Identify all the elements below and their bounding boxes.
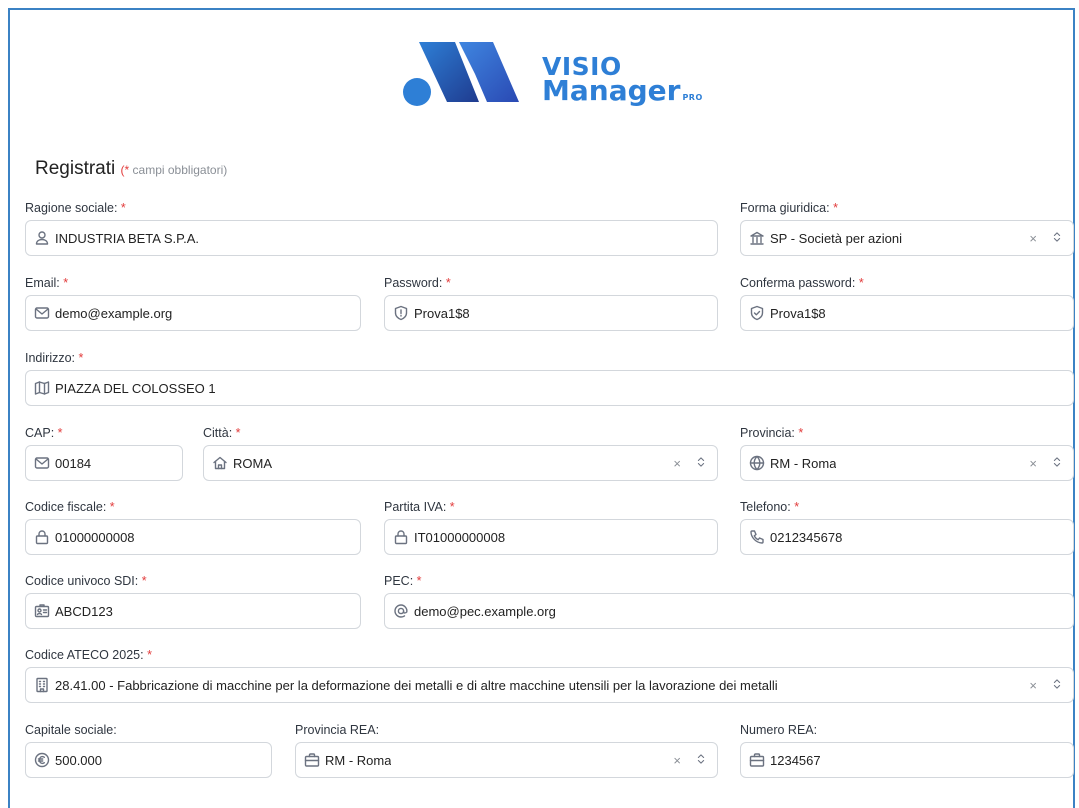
ragione-sociale-value: INDUSTRIA BETA S.P.A. (55, 230, 200, 246)
password-value: Prova1$8 (414, 305, 470, 321)
briefcase-icon (304, 752, 320, 768)
clear-icon[interactable]: × (1029, 678, 1037, 693)
indirizzo-input[interactable]: PIAZZA DEL COLOSSEO 1 (25, 370, 1074, 406)
codice-fiscale-input[interactable]: 01000000008 (25, 519, 361, 555)
mail-icon (34, 305, 50, 321)
required-note: (* campi obbligatori) (121, 163, 228, 177)
logo-wordmark: VISIO Manager PRO (542, 54, 703, 105)
partita-iva-input[interactable]: IT01000000008 (384, 519, 718, 555)
label-codice-sdi: Codice univoco SDI: * (25, 574, 147, 588)
required-note-text: campi obbligatori) (129, 163, 228, 177)
label-partita-iva: Partita IVA: * (384, 500, 455, 514)
label-forma-giuridica: Forma giuridica: * (740, 201, 838, 215)
label-ateco: Codice ATECO 2025: * (25, 648, 152, 662)
bank-icon (749, 230, 765, 246)
clear-icon[interactable]: × (673, 753, 681, 768)
telefono-value: 0212345678 (770, 529, 843, 545)
conferma-password-field[interactable]: Prova1$8 (740, 295, 1079, 332)
provincia-rea-value: RM - Roma (325, 752, 392, 768)
label-citta: Città: * (203, 426, 241, 440)
email-value: demo@example.org (55, 305, 173, 321)
capitale-sociale-input[interactable]: 500.000 (25, 742, 272, 778)
clear-icon[interactable]: × (1029, 456, 1037, 471)
codice-sdi-value: ABCD123 (55, 603, 113, 619)
brand-logo: VISIO Manager PRO (397, 34, 737, 114)
page-title: Registrati (* campi obbligatori) (35, 158, 227, 180)
label-capitale-sociale: Capitale sociale: (25, 723, 117, 737)
logo-line2: Manager (542, 74, 681, 107)
numero-rea-value: 1234567 (770, 752, 821, 768)
label-ragione-sociale: Ragione sociale: * (25, 201, 126, 215)
shield-alert-icon (393, 305, 409, 321)
pec-value: demo@pec.example.org (414, 603, 556, 619)
ragione-sociale-input[interactable]: INDUSTRIA BETA S.P.A. (25, 220, 718, 256)
label-indirizzo: Indirizzo: * (25, 351, 84, 365)
briefcase-icon (749, 752, 765, 768)
shield-check-icon (749, 305, 765, 321)
lock-icon (393, 529, 409, 545)
app-frame: VISIO Manager PRO Registrati (* campi obb… (8, 8, 1079, 808)
provincia-select[interactable]: RM - Roma × (740, 445, 1074, 481)
label-pec: PEC: * (384, 574, 422, 588)
lock-icon (34, 529, 50, 545)
codice-fiscale-value: 01000000008 (55, 529, 135, 545)
user-icon (34, 230, 50, 246)
mail-icon (34, 455, 50, 471)
provincia-rea-select[interactable]: RM - Roma × (295, 742, 718, 778)
citta-select[interactable]: ROMA × (203, 445, 718, 481)
cap-value: 00184 (55, 455, 92, 471)
forma-giuridica-select[interactable]: SP - Società per azioni × (740, 220, 1074, 256)
password-field[interactable]: Prova1$8 (384, 295, 723, 332)
logo-mark-icon (403, 42, 519, 106)
map-icon (34, 380, 50, 396)
phone-icon (749, 529, 765, 545)
chevron-updown-icon[interactable] (1051, 455, 1063, 472)
forma-giuridica-value: SP - Società per azioni (770, 230, 902, 246)
chevron-updown-icon[interactable] (1051, 677, 1063, 694)
globe-icon (749, 455, 765, 471)
email-field[interactable]: demo@example.org (25, 295, 361, 331)
label-password: Password: * (384, 276, 451, 290)
home-icon (212, 455, 228, 471)
id-card-icon (34, 603, 50, 619)
chevron-updown-icon[interactable] (1051, 230, 1063, 247)
provincia-value: RM - Roma (770, 455, 837, 471)
codice-sdi-input[interactable]: ABCD123 (25, 593, 361, 629)
label-telefono: Telefono: * (740, 500, 800, 514)
building-icon (34, 677, 50, 693)
chevron-updown-icon[interactable] (695, 455, 707, 472)
numero-rea-input[interactable]: 1234567 (740, 742, 1074, 778)
citta-value: ROMA (233, 455, 272, 471)
clear-icon[interactable]: × (673, 456, 681, 471)
ateco-select[interactable]: 28.41.00 - Fabbricazione di macchine per… (25, 667, 1074, 703)
cap-input[interactable]: 00184 (25, 445, 183, 481)
label-provincia-rea: Provincia REA: (295, 723, 380, 737)
telefono-input[interactable]: 0212345678 (740, 519, 1074, 555)
capitale-sociale-value: 500.000 (55, 752, 102, 768)
label-conferma-password: Conferma password: * (740, 276, 864, 290)
logo-suffix: PRO (682, 93, 703, 102)
ateco-value: 28.41.00 - Fabbricazione di macchine per… (55, 677, 778, 693)
label-numero-rea: Numero REA: (740, 723, 818, 737)
label-provincia: Provincia: * (740, 426, 804, 440)
label-codice-fiscale: Codice fiscale: * (25, 500, 115, 514)
label-email: Email: * (25, 276, 69, 290)
partita-iva-value: IT01000000008 (414, 529, 506, 545)
label-cap: CAP: * (25, 426, 63, 440)
chevron-updown-icon[interactable] (695, 752, 707, 769)
conferma-password-value: Prova1$8 (770, 305, 826, 321)
clear-icon[interactable]: × (1029, 231, 1037, 246)
pec-input[interactable]: demo@pec.example.org (384, 593, 1074, 629)
page-title-text: Registrati (35, 158, 116, 179)
at-sign-icon (393, 603, 409, 619)
euro-icon (34, 752, 50, 768)
indirizzo-value: PIAZZA DEL COLOSSEO 1 (55, 380, 216, 396)
